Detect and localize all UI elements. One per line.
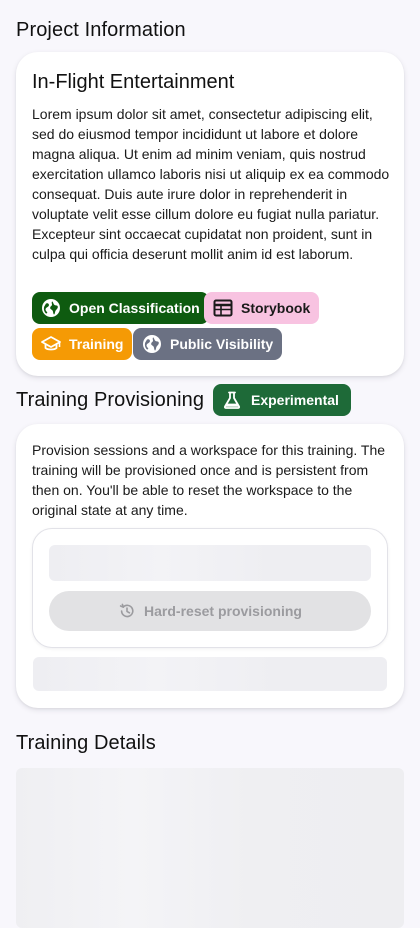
- provisioning-description: Provision sessions and a workspace for t…: [32, 442, 386, 518]
- loading-placeholder: [33, 657, 387, 691]
- chip-label: Storybook: [241, 300, 311, 316]
- project-tags: Open Classification Storybook Training P…: [32, 292, 392, 360]
- training-details-placeholder: [16, 768, 404, 928]
- chip-label: Open Classification: [69, 300, 200, 316]
- chip-public-visibility[interactable]: Public Visibility: [133, 328, 283, 360]
- chip-label: Public Visibility: [170, 336, 274, 352]
- experimental-badge: Experimental: [213, 384, 351, 416]
- project-card: In-Flight Entertainment Lorem ipsum dolo…: [16, 52, 404, 376]
- badge-label: Experimental: [251, 392, 339, 408]
- history-icon: [118, 602, 136, 620]
- training-details-heading: Training Details: [16, 732, 156, 754]
- provisioning-status-panel: Hard-reset provisioning: [32, 528, 388, 648]
- project-title: In-Flight Entertainment: [32, 71, 235, 93]
- graduation-cap-icon: [41, 334, 61, 354]
- chip-label: Training: [69, 336, 124, 352]
- chip-storybook[interactable]: Storybook: [204, 292, 320, 324]
- hard-reset-button[interactable]: Hard-reset provisioning: [49, 591, 371, 631]
- chip-training[interactable]: Training: [32, 328, 133, 360]
- page: Project Information In-Flight Entertainm…: [0, 0, 420, 928]
- chip-open-classification[interactable]: Open Classification: [32, 292, 209, 324]
- globe-icon: [142, 334, 162, 354]
- hard-reset-label: Hard-reset provisioning: [144, 603, 302, 619]
- loading-placeholder: [49, 545, 371, 581]
- flask-icon: [222, 390, 242, 410]
- table-icon: [213, 298, 233, 318]
- training-provisioning-heading: Training Provisioning: [16, 389, 205, 411]
- project-information-heading: Project Information: [16, 19, 186, 41]
- globe-icon: [41, 298, 61, 318]
- project-description: Lorem ipsum dolor sit amet, consectetur …: [32, 106, 390, 262]
- provisioning-card: Provision sessions and a workspace for t…: [16, 424, 404, 708]
